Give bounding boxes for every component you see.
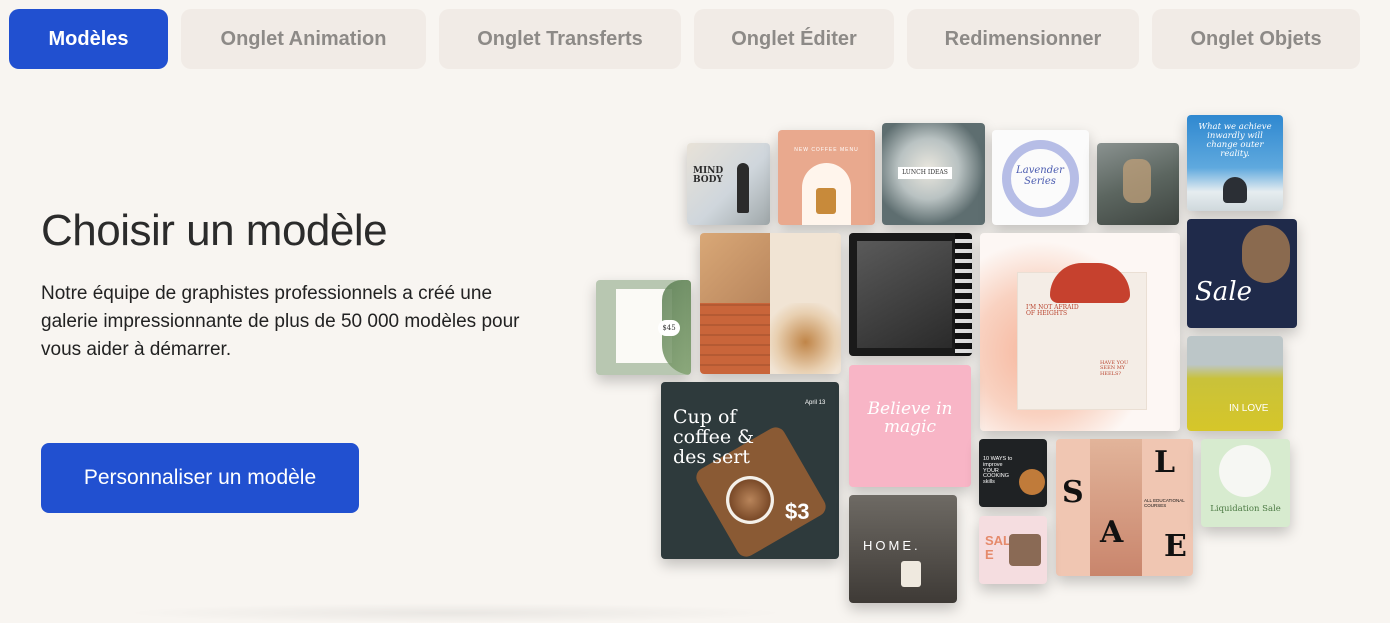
template-text: Lavender Series: [1016, 165, 1064, 187]
template-text: LUNCH IDEAS: [898, 167, 952, 179]
customize-template-button[interactable]: Personnaliser un modèle: [41, 443, 359, 513]
template-text: Cup of coffee & des sert: [673, 406, 755, 468]
photo-bowl: [770, 303, 841, 374]
template-card-film[interactable]: [849, 233, 972, 356]
template-text: S: [1062, 475, 1084, 510]
template-card-serum[interactable]: [700, 233, 841, 374]
template-card-lavender-series[interactable]: Lavender Series: [992, 130, 1089, 225]
template-text: IN LOVE: [1229, 403, 1269, 414]
photo-pattern: [700, 303, 770, 374]
template-text: MIND BODY: [693, 166, 724, 186]
hiker-photo: [1123, 159, 1151, 203]
template-text: Sale: [1195, 277, 1253, 307]
template-card-home[interactable]: HOME.: [849, 495, 957, 603]
template-card-coffee-menu[interactable]: NEW COFFEE MENU: [778, 130, 875, 225]
template-text: I'M NOT AFRAID OF HEIGHTS: [1026, 304, 1079, 318]
template-card-lunch-ideas[interactable]: LUNCH IDEAS: [882, 123, 985, 225]
template-card-cooking[interactable]: 10 WAYS to improve YOUR COOKING skills: [979, 439, 1047, 507]
film-strip: [955, 233, 972, 356]
template-card-cream[interactable]: $45: [596, 280, 691, 375]
film-photo: [857, 241, 952, 348]
bottles-circle: [1219, 445, 1271, 497]
template-text: ALL EDUCATIONAL COURSES: [1144, 498, 1185, 508]
tab-transferts[interactable]: Onglet Transferts: [439, 9, 681, 69]
cake-photo: [1009, 534, 1041, 566]
tab-animation[interactable]: Onglet Animation: [181, 9, 426, 69]
photo-serum: [700, 233, 770, 303]
tab-editer[interactable]: Onglet Éditer: [694, 9, 894, 69]
tab-objets[interactable]: Onglet Objets: [1152, 9, 1360, 69]
template-text: 10 WAYS to improve YOUR COOKING skills: [983, 456, 1013, 486]
coffee-cup: [726, 476, 774, 524]
template-text: HAVE YOU SEEN MY HEELS?: [1100, 360, 1129, 377]
template-text: What we achieve inwardly will change out…: [1198, 122, 1272, 159]
template-card-reality-quote[interactable]: What we achieve inwardly will change out…: [1187, 115, 1283, 211]
coffee-glass: [816, 188, 836, 214]
template-text: Believe in magic: [867, 399, 953, 437]
page-title: Choisir un modèle: [41, 206, 388, 255]
person-silhouette: [737, 163, 749, 213]
meditating-person: [1223, 177, 1247, 203]
template-card-sale-script[interactable]: Sale: [1187, 219, 1297, 328]
tab-redimensionner[interactable]: Redimensionner: [907, 9, 1139, 69]
floor-shadow: [120, 603, 790, 623]
template-card-hiker[interactable]: [1097, 143, 1179, 225]
template-tabs: Modèles Onglet Animation Onglet Transfer…: [9, 9, 1360, 69]
template-card-field[interactable]: IN LOVE: [1187, 336, 1283, 431]
template-text: $45: [658, 320, 680, 336]
template-text: L: [1154, 445, 1176, 480]
template-card-mind-body[interactable]: MIND BODY: [687, 143, 770, 225]
template-card-believe-magic[interactable]: Believe in magic: [849, 365, 971, 487]
candle: [901, 561, 921, 587]
template-text: $3: [785, 499, 810, 524]
template-text: NEW COFFEE MENU: [794, 147, 859, 153]
tab-modeles[interactable]: Modèles: [9, 9, 168, 69]
template-card-sale-letters[interactable]: S L A E ALL EDUCATIONAL COURSES: [1056, 439, 1193, 576]
hero-description: Notre équipe de graphistes professionnel…: [41, 283, 520, 360]
portrait-photo: [1090, 439, 1142, 576]
pottery-photo: [1242, 225, 1290, 283]
template-text: April 13: [805, 400, 826, 406]
template-text: A: [1100, 515, 1124, 550]
template-text: HOME.: [863, 538, 921, 553]
template-text: Liquidation Sale: [1210, 504, 1281, 514]
template-card-sale-small[interactable]: SALE: [979, 516, 1047, 584]
template-card-heights[interactable]: I'M NOT AFRAID OF HEIGHTS HAVE YOU SEEN …: [980, 233, 1180, 431]
template-text: E: [1164, 529, 1187, 564]
template-card-coffee-dessert[interactable]: Cup of coffee & des sert April 13 $3: [661, 382, 839, 559]
food-plate: [1019, 469, 1045, 495]
template-card-liquidation[interactable]: Liquidation Sale: [1201, 439, 1290, 527]
